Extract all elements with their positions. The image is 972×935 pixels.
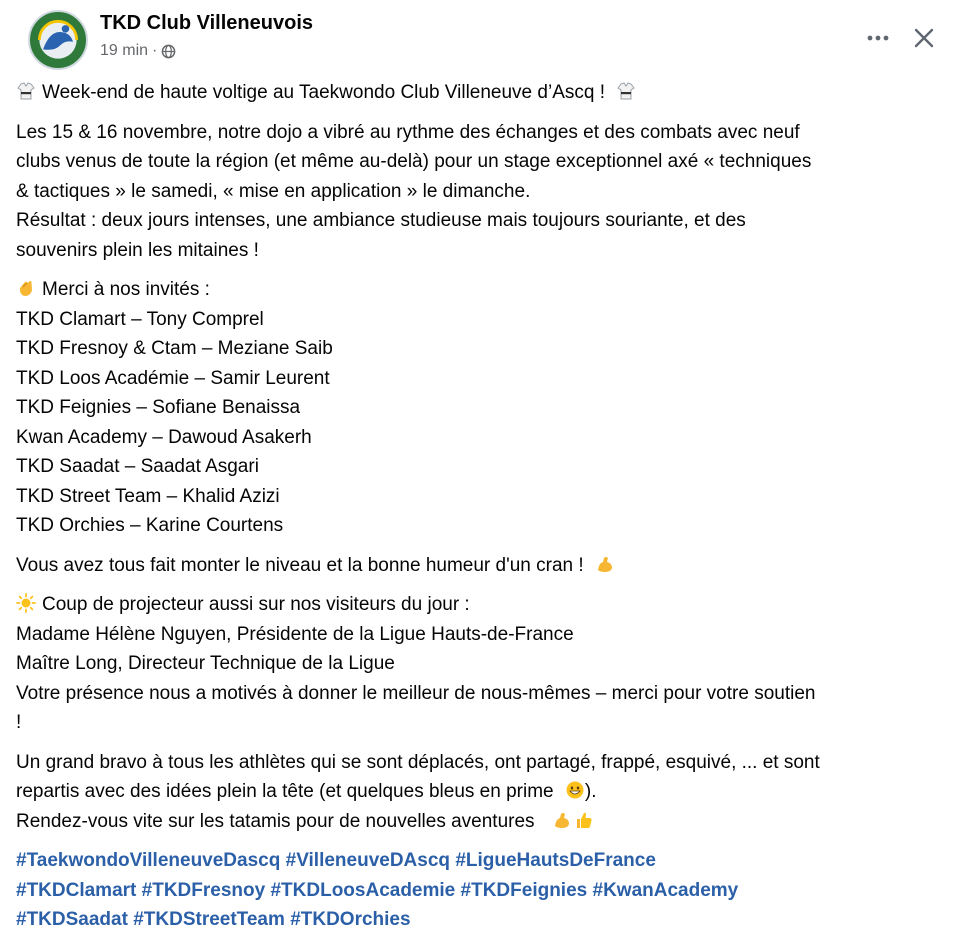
closing-paragraph: Un grand bravo à tous les athlètes qui s… [16,748,956,837]
guests-heading: Merci à nos invités : [42,279,210,300]
hashtag-link[interactable]: #LigueHautsDeFrance [455,850,656,871]
hashtag-link[interactable]: #TKDStreetTeam [133,909,285,930]
post-body: Week-end de haute voltige au Taekwondo C… [16,78,956,935]
club-avatar[interactable] [28,10,88,70]
level-text: Vous avez tous fait monter le niveau et … [16,554,584,576]
guests-paragraph: Merci à nos invités : TKD Clamart – Tony… [16,275,956,541]
visitor-line: Votre présence nous a motivés à donner l… [16,682,816,704]
more-options-icon [867,35,889,41]
intro-line: Les 15 & 16 novembre, notre dojo a vibré… [16,121,800,143]
visitor-line: Madame Hélène Nguyen, Présidente de la L… [16,623,574,645]
closing-line: repartis avec des idées plein la tête (e… [16,777,956,807]
visitors-heading-line: Coup de projecteur aussi sur nos visiteu… [16,590,956,620]
sun-icon [16,593,36,613]
guest-item: TKD Saadat – Saadat Asgari [16,456,259,477]
hashtag-link[interactable]: #TKDOrchies [290,909,410,930]
more-options-button[interactable] [860,20,896,56]
closing-line: Un grand bravo à tous les athlètes qui s… [16,751,820,773]
hashtag-link[interactable]: #TKDSaadat [16,909,128,930]
hashtag-link[interactable]: #TaekwondoVilleneuveDascq [16,850,280,871]
thumbs-up-icon [576,812,592,828]
close-icon [914,28,934,48]
hashtag-row: #TKDSaadat #TKDStreetTeam #TKDOrchies [16,905,956,935]
hashtags-block: #TaekwondoVilleneuveDascq #VilleneuveDAs… [16,846,956,935]
closing-line-text: Rendez-vous vite sur les tatamis pour de… [16,810,535,832]
guest-item: TKD Loos Académie – Samir Leurent [16,367,330,389]
intro-line: clubs venus de toute la région (et même … [16,151,812,172]
post-author[interactable]: TKD Club Villeneuvois [100,12,313,35]
post-title-line: Week-end de haute voltige au Taekwondo C… [16,78,956,108]
martial-arts-uniform-icon [617,82,635,100]
guest-item: TKD Orchies – Karine Courtens [16,515,284,536]
flexed-biceps-icon [554,812,569,828]
hashtag-link[interactable]: #TKDLoosAcademie [270,880,455,901]
visitor-line: Maître Long, Directeur Technique de la L… [16,653,395,674]
clapping-hands-icon [20,281,32,296]
intro-line: souvenirs plein les mitaines ! [16,239,259,261]
intro-paragraph: Les 15 & 16 novembre, notre dojo a vibré… [16,118,956,266]
guests-heading-line: Merci à nos invités : [16,275,956,305]
hashtag-link[interactable]: #TKDFresnoy [142,880,266,901]
closing-line-end: ). [584,781,597,802]
flexed-biceps-icon [597,556,612,572]
post-title-paragraph: Week-end de haute voltige au Taekwondo C… [16,78,956,108]
level-paragraph: Vous avez tous fait monter le niveau et … [16,551,956,581]
martial-arts-uniform-icon [17,82,35,100]
grinning-face-icon [566,781,584,799]
guest-item: TKD Clamart – Tony Comprel [16,308,264,330]
guest-item: TKD Feignies – Sofiane Benaissa [16,397,301,418]
globe-icon [162,44,176,58]
intro-line: & tactiques » le samedi, « mise en appli… [16,180,531,202]
hashtag-link[interactable]: #VilleneuveDAscq [286,850,450,871]
guest-item: TKD Street Team – Khalid Azizi [16,485,280,507]
meta-separator: · [152,42,158,59]
hashtag-row: #TKDClamart #TKDFresnoy #TKDLoosAcademie… [16,876,956,906]
hashtag-link[interactable]: #KwanAcademy [593,880,739,901]
post-time[interactable]: 19 min [100,42,148,60]
intro-line: Résultat : deux jours intenses, une ambi… [16,210,746,231]
post-meta: 19 min · [100,42,176,60]
closing-line-text: repartis avec des idées plein la tête (e… [16,781,554,802]
close-button[interactable] [906,20,942,56]
club-logo-icon [31,13,85,67]
guest-item: Kwan Academy – Dawoud Asakerh [16,426,312,448]
facebook-post: TKD Club Villeneuvois 19 min · Week-end … [0,0,972,930]
visitor-line: ! [16,712,22,733]
hashtag-row: #TaekwondoVilleneuveDascq #VilleneuveDAs… [16,846,956,876]
hashtag-link[interactable]: #TKDFeignies [461,880,588,901]
visitors-heading: Coup de projecteur aussi sur nos visiteu… [42,594,470,615]
post-title: Week-end de haute voltige au Taekwondo C… [42,82,605,103]
post-header: TKD Club Villeneuvois 19 min · [16,0,956,78]
level-line: Vous avez tous fait monter le niveau et … [16,551,956,581]
hashtag-link[interactable]: #TKDClamart [16,880,136,901]
closing-line: Rendez-vous vite sur les tatamis pour de… [16,807,956,837]
visitors-paragraph: Coup de projecteur aussi sur nos visiteu… [16,590,956,738]
guest-item: TKD Fresnoy & Ctam – Meziane Saib [16,338,333,359]
